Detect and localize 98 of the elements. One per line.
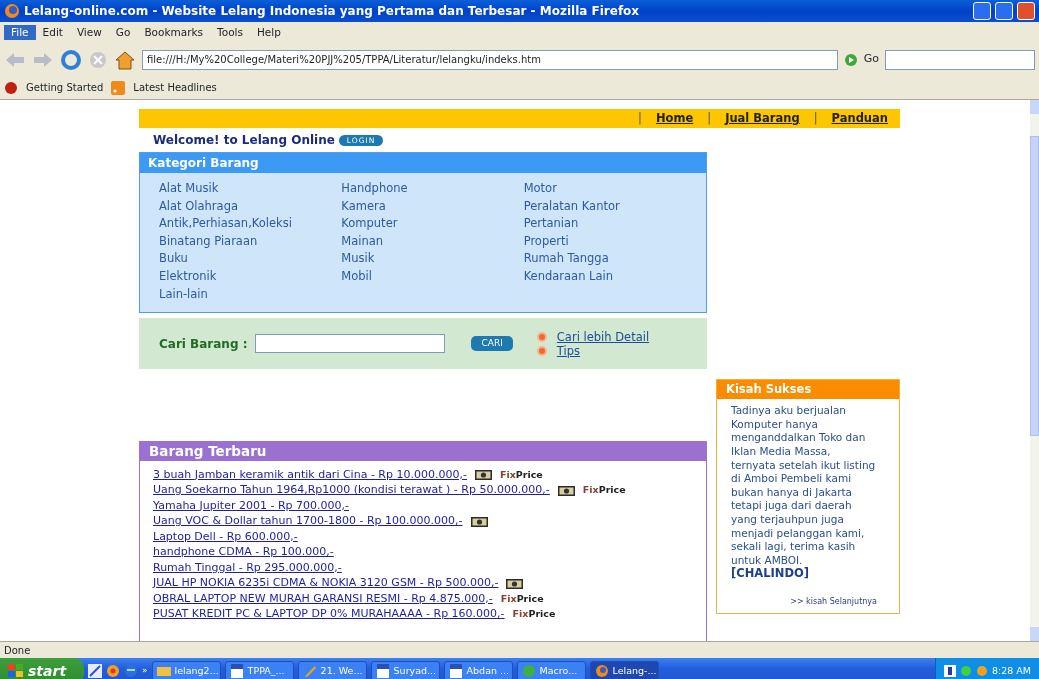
category-link[interactable]: Musik [341, 250, 524, 268]
menu-item[interactable]: Go [108, 24, 138, 41]
panel-title: Kisah Sukses [717, 380, 899, 400]
item-link[interactable]: Yamaha Jupiter 2001 - Rp 700.000,- [153, 497, 349, 515]
maximize-button[interactable] [995, 2, 1013, 20]
bullet-icon [536, 345, 547, 356]
vertical-scrollbar[interactable] [1030, 100, 1039, 642]
category-link[interactable]: Mobil [341, 267, 524, 286]
category-link[interactable]: Elektronik [159, 267, 342, 286]
bookmark-icon [4, 80, 18, 95]
taskbar-button[interactable]: lelang2... [151, 661, 221, 679]
taskbar-button[interactable]: Lelang-... [589, 661, 659, 679]
clock-text: 8:28 AM [991, 664, 1031, 679]
search-field[interactable] [255, 334, 446, 354]
item-link[interactable]: OBRAL LAPTOP NEW MURAH GARANSI RESMI - Rp 4.875.000,- [153, 590, 493, 608]
start-button[interactable]: start [0, 658, 85, 679]
search-label: Cari Barang : [159, 335, 248, 353]
category-link[interactable]: Alat Olahraga [159, 197, 342, 216]
item-link[interactable]: Laptop Dell - Rp 600.000,- [153, 528, 298, 546]
item-link[interactable]: handphone CDMA - Rp 100.000,- [153, 544, 334, 561]
category-link[interactable]: Buku [159, 250, 342, 268]
document-icon [229, 664, 244, 679]
fix-price-label: FixPrice [512, 607, 556, 622]
nav-link[interactable]: Panduan [831, 109, 888, 128]
globe-icon[interactable] [124, 664, 139, 679]
panel-title: Barang Terbaru [140, 442, 706, 462]
nav-link[interactable]: Jual Barang [725, 109, 800, 128]
notepad-icon[interactable] [88, 664, 103, 679]
firefox-icon [4, 3, 20, 19]
taskbar-button[interactable]: 21. We... [297, 661, 367, 679]
taskbar-button[interactable]: Suryad... [370, 661, 440, 679]
category-link[interactable]: Kendaraan Lain [523, 267, 706, 286]
reload-icon[interactable] [60, 48, 82, 71]
go-icon[interactable] [843, 52, 858, 67]
item-link[interactable]: 3 buah Jamban keramik antik dari Cina - Rp 10.000.000,- [153, 466, 467, 484]
fix-price-label: FixPrice [500, 591, 544, 606]
bullet-icon [536, 331, 547, 342]
search-link[interactable]: Cari lebih Detail [556, 329, 650, 344]
search-link[interactable]: Tips [556, 343, 580, 358]
category-link[interactable]: Kamera [341, 197, 524, 216]
story-author: [CHALINDO] [731, 567, 811, 581]
separator: | [638, 109, 642, 127]
category-link[interactable]: Rumah Tangga [523, 250, 706, 268]
nav-link[interactable]: Home [655, 109, 694, 128]
address-field[interactable]: file:///H:/My%20College/Materi%20PJJ%205/TPPA/Literatur/lelangku/indeks.htm [142, 49, 838, 70]
search-button[interactable]: CARI [471, 335, 513, 352]
document-icon [375, 664, 390, 679]
app-icon [521, 664, 536, 679]
category-link[interactable]: Lain-lain [159, 285, 342, 304]
category-link[interactable]: Mainan [341, 232, 524, 251]
panel-title: Kategori Barang [140, 153, 706, 173]
status-text: Done [4, 643, 31, 658]
menu-item[interactable]: Tools [210, 24, 250, 41]
item-link[interactable]: Rumah Tinggal - Rp 295.000.000,- [153, 559, 342, 577]
minimize-button[interactable] [973, 2, 991, 20]
menu-item[interactable]: Bookmarks [137, 24, 211, 41]
category-link[interactable]: Motor [523, 180, 706, 198]
menu-item[interactable]: Help [249, 24, 288, 41]
folder-icon [156, 664, 171, 679]
bookmark-link[interactable]: Getting Started [26, 80, 104, 95]
firefox-icon [594, 664, 609, 679]
item-link[interactable]: Uang VOC & Dollar tahun 1700-1800 - Rp 100.000.000,- [153, 513, 463, 530]
taskbar-button[interactable]: TPPA_... [224, 661, 294, 679]
category-link[interactable]: Komputer [341, 215, 524, 233]
feed-icon [111, 80, 126, 95]
home-icon[interactable] [114, 49, 136, 70]
category-link[interactable]: Handphone [341, 180, 524, 198]
welcome-heading: Welcome! to Lelang Online [153, 132, 335, 149]
stop-icon[interactable] [88, 49, 108, 70]
category-link[interactable]: Pertanian [523, 215, 706, 233]
category-link[interactable]: Alat Musik [159, 180, 342, 198]
menu-item[interactable]: File [4, 24, 36, 41]
story-text: Tadinya aku berjualan Komputer hanya menganddalkan Toko dan Iklan Media Massa, ternyata setelah ikut listing di Amboi Pembeli kami bukan hanya di Jakarta tetapi juga dari daerah yang terjauhpun juga menjadi pelanggan kami, sekali lagi, terima kasih untuk AMBOI. [731, 404, 877, 567]
separator: | [707, 109, 712, 127]
item-link[interactable]: JUAL HP NOKIA 6235i CDMA & NOKIA 3120 GSM - Rp 500.000,- [153, 575, 499, 592]
bookmark-link[interactable]: Latest Headlines [133, 80, 217, 95]
search-field[interactable] [885, 49, 1035, 70]
category-link[interactable]: Binatang Piaraan [159, 232, 342, 251]
fix-price-label: FixPrice [582, 483, 626, 498]
document-icon [448, 664, 463, 679]
category-link[interactable]: Properti [523, 232, 706, 251]
category-link[interactable]: Antik,Perhiasan,Koleksi [159, 215, 342, 233]
go-button[interactable]: Go [863, 51, 879, 68]
item-link[interactable]: PUSAT KREDIT PC & LAPTOP DP 0% MURAHAAAA - Rp 160.000,- [153, 606, 505, 623]
separator: | [813, 109, 818, 127]
menu-item[interactable]: View [69, 24, 109, 41]
more-link[interactable]: >> kisah Selanjutnya [790, 596, 877, 606]
taskbar-button[interactable]: Macro... [516, 661, 586, 679]
menu-item[interactable]: Edit [35, 24, 70, 41]
item-link[interactable]: Uang Soekarno Tahun 1964,Rp1000 (kondisi terawat ) - Rp 50.000.000,- [153, 482, 550, 499]
flower-icon[interactable] [106, 664, 121, 679]
more-button[interactable]: » [142, 664, 148, 678]
window-title: Lelang-online.com - Website Lelang Indonesia yang Pertama dan Terbesar - Mozilla Firefox [24, 3, 641, 20]
taskbar-button[interactable]: Abdan ... [443, 661, 513, 679]
fix-price-label: FixPrice [499, 467, 543, 482]
close-button[interactable] [1017, 2, 1035, 20]
category-link[interactable]: Peralatan Kantor [523, 197, 706, 216]
windows-logo-icon [8, 664, 24, 679]
